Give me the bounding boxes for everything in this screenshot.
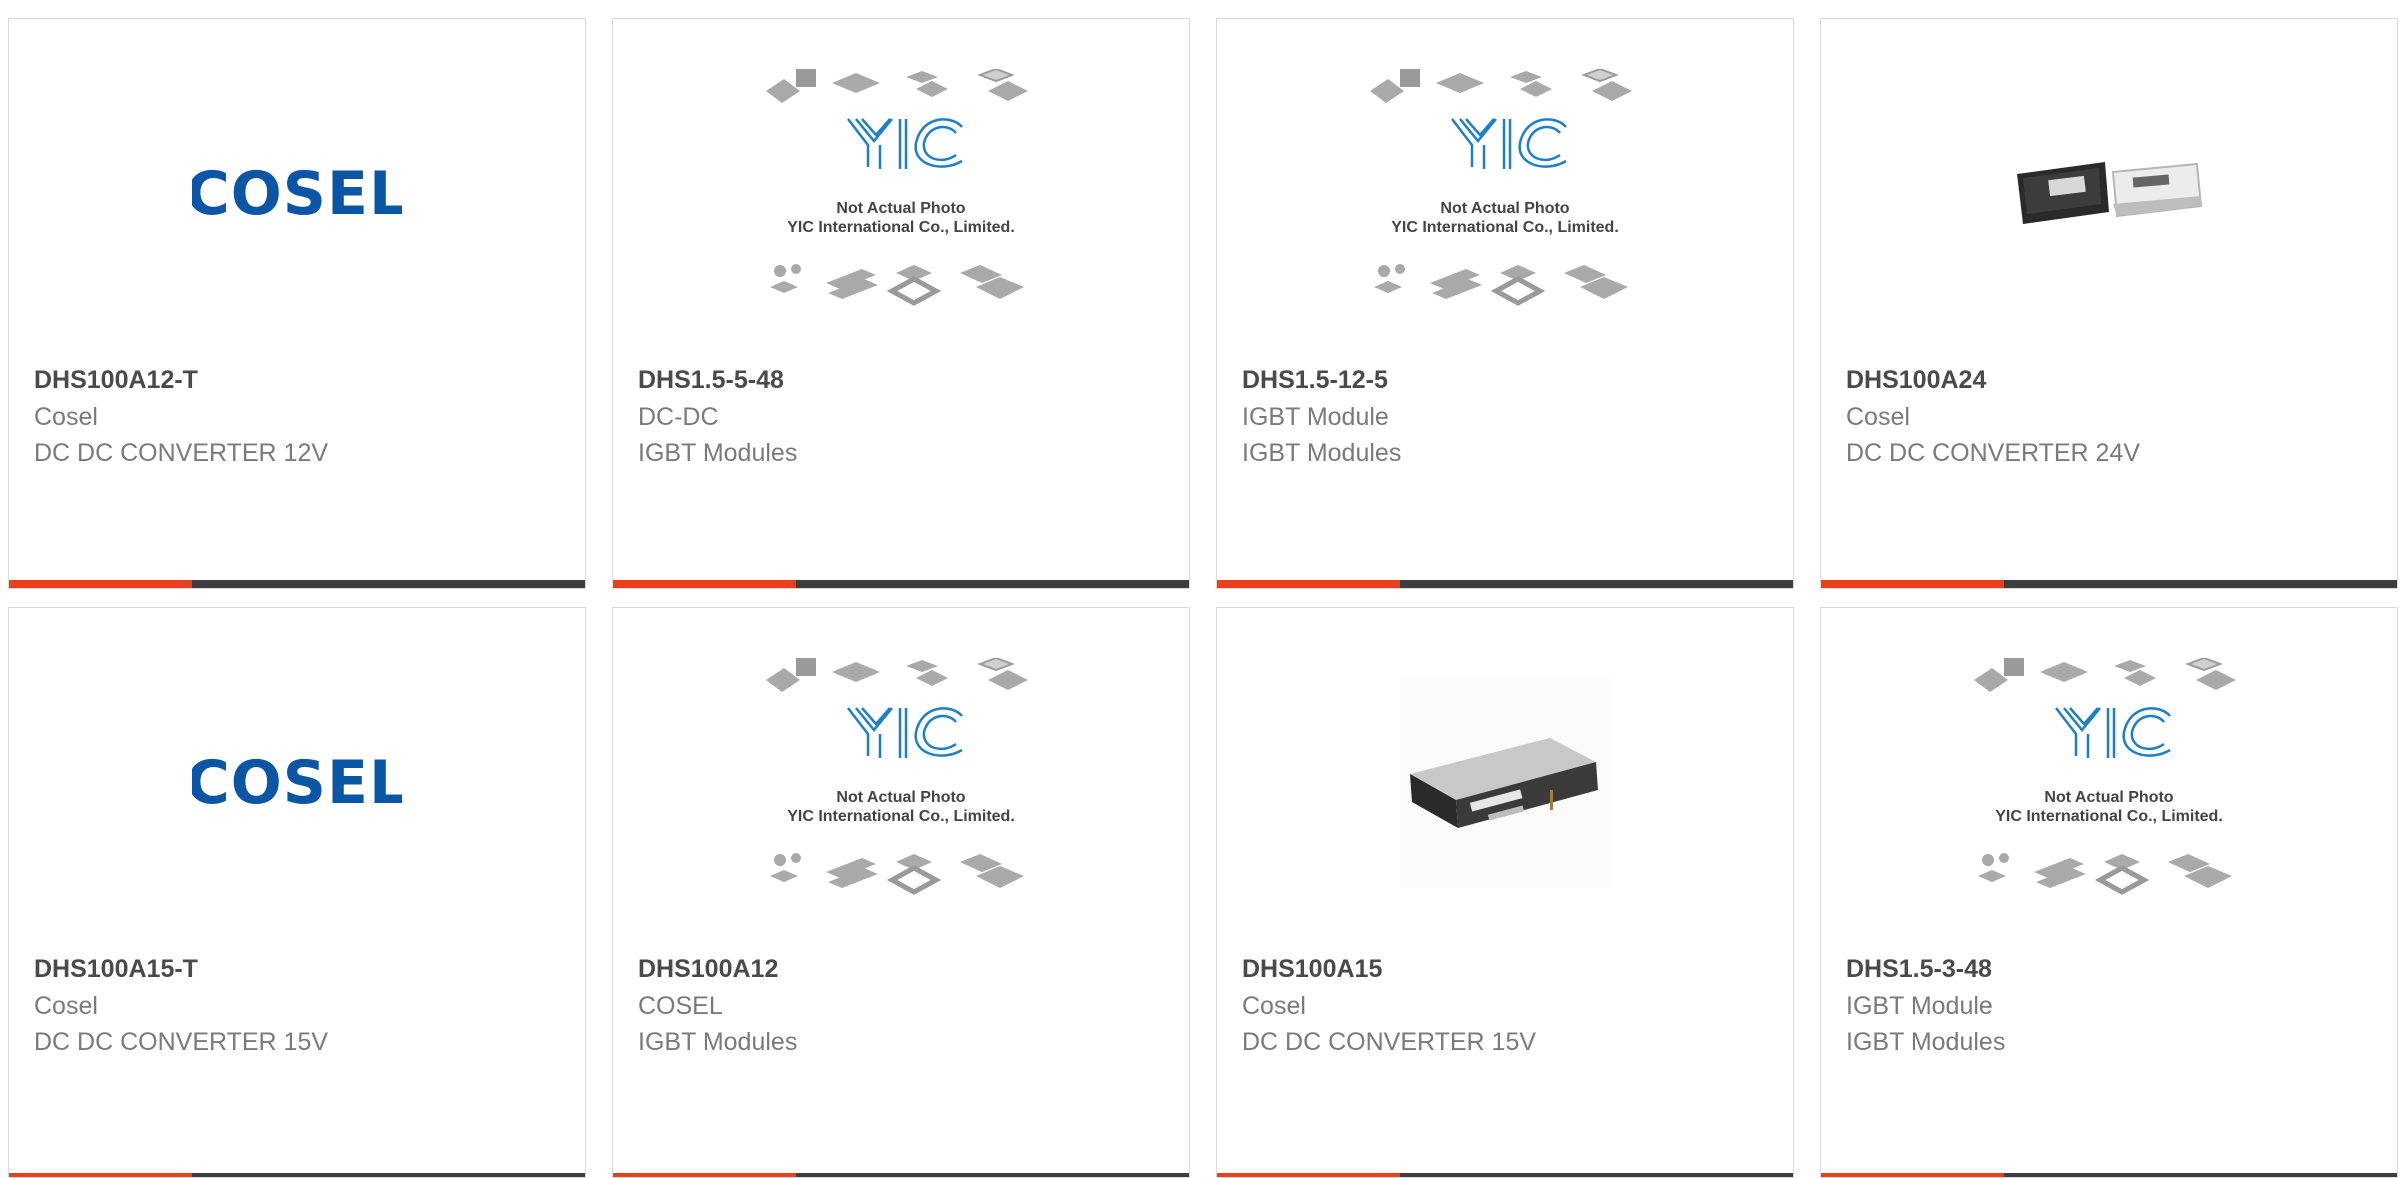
dark-bar-segment: [1400, 580, 1793, 588]
description: DC DC CONVERTER 15V: [34, 1028, 329, 1056]
product-card[interactable]: DHS100A24 Cosel DC DC CONVERTER 24V: [1820, 18, 2398, 589]
product-image[interactable]: COSEL: [9, 59, 585, 329]
card-accent-bar: [613, 580, 1189, 588]
description: IGBT Modules: [638, 439, 798, 467]
manufacturer: Cosel: [34, 403, 98, 431]
placeholder-image: Not Actual Photo YIC International Co., …: [766, 69, 1028, 306]
product-card[interactable]: Not Actual Photo YIC International Co., …: [612, 18, 1190, 589]
card-accent-bar: [9, 1173, 585, 1177]
product-image[interactable]: Not Actual Photo YIC International Co., …: [613, 59, 1189, 329]
part-number-link[interactable]: DHS1.5-12-5: [1242, 362, 1773, 399]
manufacturer: Cosel: [1846, 403, 1910, 431]
product-info: DHS100A15-T Cosel DC DC CONVERTER 15V: [34, 951, 565, 1060]
product-info: DHS1.5-12-5 IGBT Module IGBT Modules: [1242, 362, 1773, 471]
product-card[interactable]: Not Actual Photo YIC International Co., …: [612, 607, 1190, 1178]
product-card[interactable]: DHS100A15 Cosel DC DC CONVERTER 15V: [1216, 607, 1794, 1178]
product-info: DHS1.5-5-48 DC-DC IGBT Modules: [638, 362, 1169, 471]
manufacturer: DC-DC: [638, 403, 719, 431]
cosel-logo: COSEL: [192, 164, 402, 224]
placeholder-image: Not Actual Photo YIC International Co., …: [766, 658, 1028, 895]
accent-bar-segment: [613, 580, 796, 588]
product-grid: COSEL DHS100A12-T Cosel DC DC CONVERTER …: [8, 18, 2398, 1178]
placeholder-line1: Not Actual Photo: [2044, 789, 2173, 806]
placeholder-image: Not Actual Photo YIC International Co., …: [1370, 69, 1632, 306]
description: DC DC CONVERTER 15V: [1242, 1028, 1537, 1056]
dark-bar-segment: [192, 1173, 585, 1177]
svg-text:COSEL: COSEL: [192, 753, 402, 813]
manufacturer: Cosel: [34, 992, 98, 1020]
card-accent-bar: [1821, 1173, 2397, 1177]
product-card[interactable]: COSEL DHS100A15-T Cosel DC DC CONVERTER …: [8, 607, 586, 1178]
product-image[interactable]: [1217, 648, 1793, 918]
part-number-link[interactable]: DHS100A24: [1846, 362, 2377, 399]
product-image[interactable]: Not Actual Photo YIC International Co., …: [1217, 59, 1793, 329]
dark-bar-segment: [2004, 580, 2397, 588]
description: IGBT Modules: [1242, 439, 1402, 467]
product-photo: [1400, 678, 1610, 888]
product-image[interactable]: COSEL: [9, 648, 585, 918]
placeholder-image: Not Actual Photo YIC International Co., …: [1974, 658, 2236, 895]
accent-bar-segment: [1821, 580, 2004, 588]
description: IGBT Modules: [638, 1028, 798, 1056]
placeholder-line2: YIC International Co., Limited.: [1995, 808, 2223, 825]
svg-text:COSEL: COSEL: [192, 164, 402, 224]
card-accent-bar: [1821, 580, 2397, 588]
product-card[interactable]: Not Actual Photo YIC International Co., …: [1820, 607, 2398, 1178]
placeholder-line1: Not Actual Photo: [836, 200, 965, 217]
part-number-link[interactable]: DHS100A12: [638, 951, 1169, 988]
manufacturer: IGBT Module: [1846, 992, 1993, 1020]
description: DC DC CONVERTER 12V: [34, 439, 329, 467]
dark-bar-segment: [1400, 1173, 1793, 1177]
placeholder-line1: Not Actual Photo: [1440, 200, 1569, 217]
accent-bar-segment: [1217, 580, 1400, 588]
dark-bar-segment: [796, 580, 1189, 588]
accent-bar-segment: [1821, 1173, 2004, 1177]
product-info: DHS100A15 Cosel DC DC CONVERTER 15V: [1242, 951, 1773, 1060]
dark-bar-segment: [796, 1173, 1189, 1177]
manufacturer: IGBT Module: [1242, 403, 1389, 431]
dark-bar-segment: [2004, 1173, 2397, 1177]
product-image[interactable]: Not Actual Photo YIC International Co., …: [1821, 648, 2397, 918]
manufacturer: Cosel: [1242, 992, 1306, 1020]
card-accent-bar: [9, 580, 585, 588]
product-card[interactable]: COSEL DHS100A12-T Cosel DC DC CONVERTER …: [8, 18, 586, 589]
product-image[interactable]: Not Actual Photo YIC International Co., …: [613, 648, 1189, 918]
part-number-link[interactable]: DHS100A12-T: [34, 362, 565, 399]
description: IGBT Modules: [1846, 1028, 2006, 1056]
accent-bar-segment: [9, 1173, 192, 1177]
product-info: DHS100A24 Cosel DC DC CONVERTER 24V: [1846, 362, 2377, 471]
part-number-link[interactable]: DHS100A15-T: [34, 951, 565, 988]
accent-bar-segment: [1217, 1173, 1400, 1177]
placeholder-line1: Not Actual Photo: [836, 789, 965, 806]
placeholder-line2: YIC International Co., Limited.: [1391, 219, 1619, 236]
product-photo: [2017, 162, 2203, 224]
card-accent-bar: [1217, 1173, 1793, 1177]
product-info: DHS100A12 COSEL IGBT Modules: [638, 951, 1169, 1060]
card-accent-bar: [1217, 580, 1793, 588]
placeholder-line2: YIC International Co., Limited.: [787, 219, 1015, 236]
dark-bar-segment: [192, 580, 585, 588]
product-info: DHS100A12-T Cosel DC DC CONVERTER 12V: [34, 362, 565, 471]
part-number-link[interactable]: DHS1.5-5-48: [638, 362, 1169, 399]
accent-bar-segment: [9, 580, 192, 588]
description: DC DC CONVERTER 24V: [1846, 439, 2141, 467]
placeholder-line2: YIC International Co., Limited.: [787, 808, 1015, 825]
cosel-logo: COSEL: [192, 753, 402, 813]
product-image[interactable]: [1821, 59, 2397, 329]
part-number-link[interactable]: DHS100A15: [1242, 951, 1773, 988]
product-card[interactable]: Not Actual Photo YIC International Co., …: [1216, 18, 1794, 589]
manufacturer: COSEL: [638, 992, 723, 1020]
part-number-link[interactable]: DHS1.5-3-48: [1846, 951, 2377, 988]
card-accent-bar: [613, 1173, 1189, 1177]
accent-bar-segment: [613, 1173, 796, 1177]
product-info: DHS1.5-3-48 IGBT Module IGBT Modules: [1846, 951, 2377, 1060]
